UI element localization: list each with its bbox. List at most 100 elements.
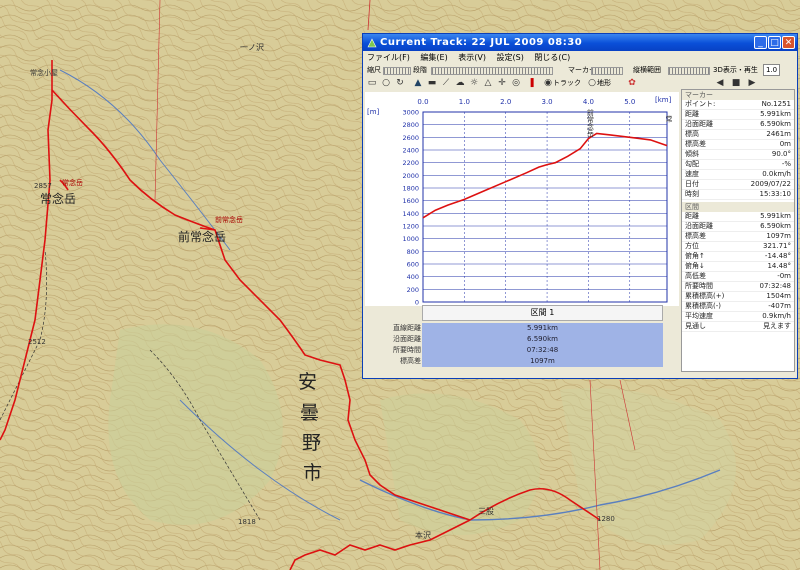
view3d-label: 3D表示・再生	[713, 66, 758, 74]
summary-value: 6.590km	[422, 334, 663, 345]
play-back-icon[interactable]: ◀	[713, 77, 727, 89]
marker-field-value: -%	[781, 160, 791, 168]
marker-field-row: 速度 0.0km/h	[682, 170, 794, 180]
marker-pin-icon[interactable]: ❚	[525, 77, 539, 89]
section-field-label: 累積標高(+)	[685, 292, 725, 300]
menu-view[interactable]: 表示(V)	[458, 53, 486, 62]
section-field-label: 標高差	[685, 232, 706, 240]
elevation-profile-panel[interactable]: 0 200 400 600 800 1000 1200 1400 1600 1800 2000 220…	[365, 92, 679, 306]
menu-settings[interactable]: 設定(S)	[497, 53, 524, 62]
close-button[interactable]: ✕	[782, 36, 795, 49]
marker-field-value: 5.991km	[760, 110, 791, 118]
map-label-place1: 三股	[478, 507, 494, 516]
summary-row: 所要時間 07:32:48	[365, 345, 665, 356]
cloud-tool-icon[interactable]: ☁	[453, 77, 467, 89]
y-tick-label: 200	[407, 286, 419, 294]
radio-track-label[interactable]: トラック	[553, 78, 581, 88]
info-panel[interactable]: マーカー ポイント: No.1251 距離 5.991km 沿面距離 6.590km 標高 2…	[681, 89, 795, 372]
title-bar[interactable]: Current Track: 22 JUL 2009 08:30 _ □ ✕	[363, 34, 797, 51]
triangle-tool-icon[interactable]: △	[481, 77, 495, 89]
camera-icon[interactable]: ✿	[625, 77, 639, 89]
marker-field-label: 時刻	[685, 190, 699, 198]
marker-slider[interactable]	[591, 67, 623, 75]
circle-tool-icon[interactable]: ○	[379, 77, 393, 89]
section-field-row: 俯角↑ -14.48°	[682, 252, 794, 262]
summary-value: 1097m	[422, 356, 663, 367]
target-icon[interactable]: ◎	[509, 77, 523, 89]
zoom-label: 縮尺	[367, 66, 381, 74]
y-tick-label: 3000	[402, 109, 419, 117]
stop-icon[interactable]: ■	[729, 77, 743, 89]
map-label-elev1: 1280	[597, 515, 615, 523]
map-label-city-1: 安	[298, 371, 318, 393]
profile-view-icon[interactable]: ▲	[411, 77, 425, 89]
x-tick-label: 1.0	[459, 98, 470, 106]
marker-field-row: 沿面距離 6.590km	[682, 120, 794, 130]
marker-field-value: 15:33:10	[759, 190, 791, 198]
section-field-row: 標高差 1097m	[682, 232, 794, 242]
section-field-value: -0m	[777, 272, 791, 280]
chart-annotation: 常	[665, 115, 673, 124]
radio-terrain-label[interactable]: 地形	[597, 78, 611, 88]
summary-row: 沿面距離 6.590km	[365, 334, 665, 345]
marker-field-label: 沿面距離	[685, 120, 713, 128]
section-field-value: 321.71°	[763, 242, 791, 250]
y-tick-label: 400	[407, 273, 419, 281]
marker-field-row: 距離 5.991km	[682, 110, 794, 120]
y-tick-label: 2600	[402, 134, 419, 142]
section-field-value: 0.9km/h	[762, 312, 791, 320]
marker-field-value: 6.590km	[760, 120, 791, 128]
section-field-value: 07:32:48	[759, 282, 791, 290]
menu-file[interactable]: ファイル(F)	[367, 53, 410, 62]
elevation-chart[interactable]: 0 200 400 600 800 1000 1200 1400 1600 1800 2000 220…	[365, 92, 679, 306]
scroll-slider[interactable]	[668, 67, 710, 75]
summary-row: 標高差 1097m	[365, 356, 665, 367]
zoom-select[interactable]: 1.0	[763, 64, 781, 76]
map-label-peak1-elev: 2857	[34, 182, 52, 190]
chart-annotation: 前常念岳	[586, 108, 594, 137]
section-field-label: 俯角↑	[685, 252, 705, 260]
section-field-label: 沿面距離	[685, 222, 713, 230]
menu-edit[interactable]: 編集(E)	[420, 53, 447, 62]
summary-label: 所要時間	[393, 346, 421, 354]
track-window[interactable]: Current Track: 22 JUL 2009 08:30 _ □ ✕ フ…	[362, 33, 798, 379]
menu-close[interactable]: 閉じる(C)	[534, 53, 570, 62]
map-label-peak1: 常念岳	[40, 192, 77, 206]
crosshair-icon[interactable]: ✛	[495, 77, 509, 89]
marker-field-row: 日付 2009/07/22	[682, 180, 794, 190]
map-label-elev3: 1818	[238, 518, 256, 526]
sun-tool-icon[interactable]: ☼	[467, 77, 481, 89]
summary-label: 直線距離	[393, 324, 421, 332]
zoom-slider[interactable]	[383, 67, 411, 75]
section-field-label: 平均速度	[685, 312, 713, 320]
slider-toolbar: 縮尺 段階 マーカー 縦横範囲 3D表示・再生 1.0	[363, 64, 797, 76]
section-field-label: 見通し	[685, 322, 706, 330]
step-slider[interactable]	[431, 67, 553, 75]
maximize-button[interactable]: □	[768, 36, 781, 49]
rectangle-tool-icon[interactable]: ▭	[365, 77, 379, 89]
marker-panel-header: マーカー	[682, 90, 794, 100]
minimize-button[interactable]: _	[754, 36, 767, 49]
y-tick-label: 2000	[402, 172, 419, 180]
y-tick-label: 2800	[402, 121, 419, 129]
marker-panel-rows: ポイント: No.1251 距離 5.991km 沿面距離 6.590km 標高 2461m 標…	[682, 100, 794, 200]
y-tick-label: 600	[407, 261, 419, 269]
y-axis-label: [m]	[367, 108, 380, 116]
marker-field-label: 標高	[685, 130, 699, 138]
section-field-value: 1097m	[766, 232, 791, 240]
rotate-tool-icon[interactable]: ↻	[393, 77, 407, 89]
flat-view-icon[interactable]: ▬	[425, 77, 439, 89]
line-tool-icon[interactable]: ⟋	[439, 77, 453, 89]
section-field-row: 見通し 見えます	[682, 322, 794, 332]
section-header[interactable]: 区間 1	[422, 305, 663, 321]
marker-field-row: ポイント: No.1251	[682, 100, 794, 110]
marker-field-label: 速度	[685, 170, 699, 178]
app-icon	[367, 37, 377, 48]
play-forward-icon[interactable]: ▶	[745, 77, 759, 89]
step-label: 段階	[413, 66, 427, 74]
section-field-row: 所要時間 07:32:48	[682, 282, 794, 292]
marker-field-row: 時刻 15:33:10	[682, 190, 794, 200]
section-field-value: -407m	[768, 302, 791, 310]
y-tick-label: 0	[415, 299, 419, 307]
section-panel-header: 区間	[682, 202, 794, 212]
